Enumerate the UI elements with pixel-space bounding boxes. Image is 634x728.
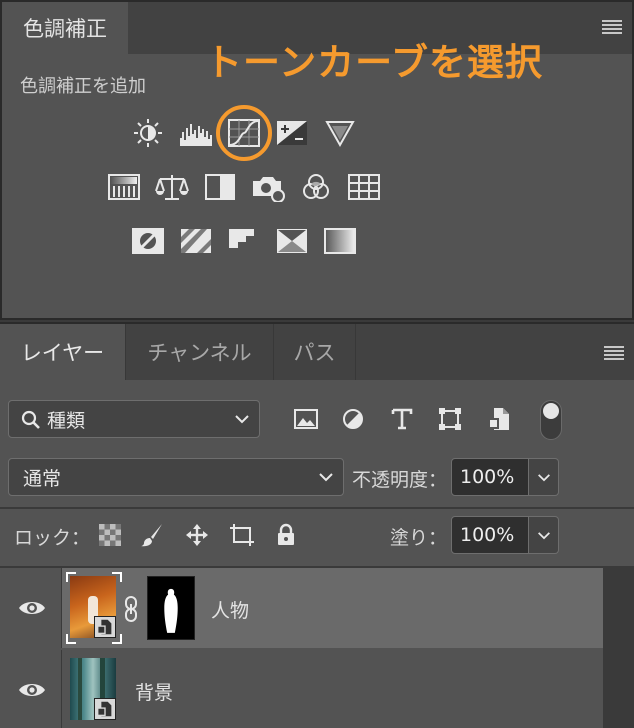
tab-adjustments[interactable]: 色調補正: [2, 2, 128, 54]
lock-position-icon[interactable]: [183, 521, 211, 549]
panel-menu-icon[interactable]: [604, 346, 624, 360]
brightness-contrast-icon[interactable]: [129, 116, 167, 150]
layers-scrollbar[interactable]: [603, 568, 634, 728]
color-lookup-icon[interactable]: [345, 170, 383, 204]
opacity-dropdown-button[interactable]: [529, 458, 559, 496]
layer-name: 人物: [211, 600, 250, 622]
layers-panel: レイヤー チャンネル パス 種類 通常 不透明度： 100% ロック： 塗り： …: [0, 322, 634, 728]
smart-object-badge-icon: [94, 616, 116, 638]
layer-mask-thumbnail[interactable]: [147, 576, 195, 640]
eye-icon[interactable]: [18, 599, 46, 617]
invert-icon[interactable]: [129, 224, 167, 258]
pixel-layer-filter-icon[interactable]: [289, 402, 323, 436]
hue-saturation-icon[interactable]: [105, 170, 143, 204]
tab-paths[interactable]: パス: [274, 324, 356, 380]
filter-toggle[interactable]: [540, 400, 562, 440]
search-icon: [21, 410, 40, 429]
blend-mode-dropdown[interactable]: 通常: [8, 458, 344, 496]
layer-row-person[interactable]: 人物: [0, 568, 603, 648]
chevron-down-icon: [537, 473, 550, 481]
type-layer-filter-icon[interactable]: [385, 402, 419, 436]
photo-filter-icon[interactable]: [249, 170, 287, 204]
annotation-text: トーンカーブを選択: [205, 41, 543, 84]
threshold-icon[interactable]: [225, 224, 263, 258]
tab-channels[interactable]: チャンネル: [126, 324, 274, 380]
divider: [0, 507, 634, 509]
selective-color-icon[interactable]: [273, 224, 311, 258]
filter-kind-dropdown[interactable]: 種類: [8, 400, 260, 438]
vibrance-icon[interactable]: [321, 116, 359, 150]
blend-mode-value: 通常: [23, 467, 62, 490]
layer-thumbnail: [70, 658, 116, 720]
channel-mixer-icon[interactable]: [297, 170, 335, 204]
smart-object-badge-icon: [94, 698, 116, 720]
panel-menu-icon[interactable]: [602, 20, 622, 34]
lock-image-pixels-icon[interactable]: [138, 521, 166, 549]
chevron-down-icon: [319, 473, 333, 482]
opacity-input[interactable]: 100%: [451, 458, 529, 496]
posterize-icon[interactable]: [177, 224, 215, 258]
curves-icon[interactable]: [225, 116, 263, 150]
layer-name: 背景: [135, 682, 174, 704]
layer-row-background[interactable]: 背景: [0, 650, 603, 728]
layer-thumbnail: [70, 576, 116, 638]
levels-icon[interactable]: [177, 116, 215, 150]
exposure-icon[interactable]: [273, 116, 311, 150]
shape-layer-filter-icon[interactable]: [433, 402, 467, 436]
layers-tab-bar: レイヤー チャンネル パス: [0, 324, 634, 380]
add-adjustment-label: 色調補正を追加: [20, 76, 146, 97]
lock-all-icon[interactable]: [272, 521, 300, 549]
opacity-label: 不透明度：: [352, 469, 448, 491]
lock-artboard-icon[interactable]: [228, 521, 256, 549]
filter-kind-label: 種類: [47, 409, 86, 432]
link-icon[interactable]: [123, 596, 139, 622]
black-white-icon[interactable]: [201, 170, 239, 204]
fill-input[interactable]: 100%: [451, 516, 529, 554]
fill-dropdown-button[interactable]: [529, 516, 559, 554]
chevron-down-icon: [235, 415, 249, 424]
eye-icon[interactable]: [18, 681, 46, 699]
chevron-down-icon: [537, 531, 550, 539]
color-balance-icon[interactable]: [153, 170, 191, 204]
adjustments-panel: 色調補正 トーンカーブを選択 色調補正を追加: [0, 0, 634, 320]
adjustment-layer-filter-icon[interactable]: [336, 402, 370, 436]
fill-label: 塗り：: [390, 527, 448, 549]
lock-label: ロック：: [14, 527, 91, 549]
tab-layers[interactable]: レイヤー: [0, 324, 126, 380]
smart-object-filter-icon[interactable]: [482, 402, 516, 436]
filter-toggle-knob: [543, 403, 559, 419]
lock-transparent-pixels-icon[interactable]: [96, 521, 124, 549]
gradient-map-icon[interactable]: [321, 224, 359, 258]
